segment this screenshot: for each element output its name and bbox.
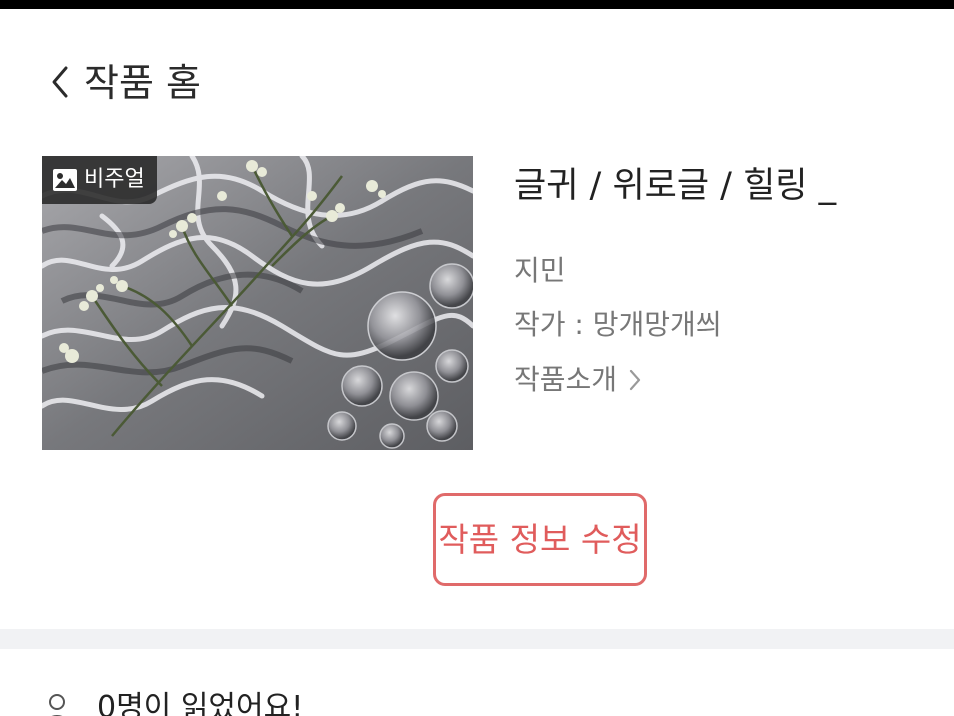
status-bar	[0, 0, 954, 9]
image-icon	[53, 169, 77, 191]
header: 작품 홈	[0, 48, 954, 124]
work-title: 글귀 / 위로글 / 힐링 _	[514, 166, 837, 206]
work-intro-label: 작품소개	[514, 363, 618, 396]
edit-work-info-button[interactable]: 작품 정보 수정	[433, 493, 647, 586]
chevron-right-icon	[629, 369, 641, 391]
back-button[interactable]	[44, 62, 80, 102]
page-title: 작품 홈	[84, 61, 201, 105]
work-intro-link[interactable]: 작품소개	[514, 360, 643, 400]
visual-badge: 비주얼	[42, 156, 157, 204]
readers-count-row: 0명이 읽었어요!	[0, 649, 954, 716]
chevron-left-icon	[52, 66, 68, 98]
person-icon	[49, 694, 65, 716]
edit-work-info-label: 작품 정보 수정	[438, 519, 642, 559]
cover-image[interactable]: 비주얼	[42, 156, 473, 450]
work-subtitle: 지민	[514, 254, 566, 287]
section-divider	[0, 629, 954, 649]
readers-count-text: 0명이 읽었어요!	[97, 690, 304, 716]
visual-badge-label: 비주얼	[84, 167, 145, 192]
work-author: 작가 : 망개망개씌	[514, 308, 722, 341]
